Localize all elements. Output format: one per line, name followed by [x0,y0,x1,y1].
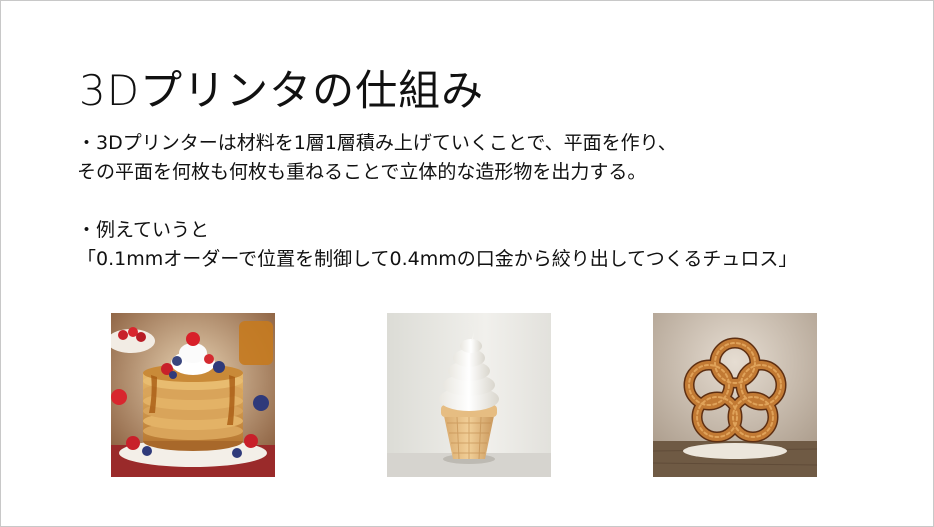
body-line-1: ・3Dプリンターは材料を1層1層積み上げていくことで、平面を作り、 [77,132,677,154]
slide: 3Dプリンタの仕組み ・3Dプリンターは材料を1層1層積み上げていくことで、平面… [0,0,934,527]
soft-serve-ice-cream-photo [387,313,551,477]
body-line-3: ・例えていうと [77,219,210,241]
slide-body: ・3Dプリンターは材料を1層1層積み上げていくことで、平面を作り、 その平面を何… [77,129,797,274]
churro-knot-photo [653,313,817,477]
slide-title: 3Dプリンタの仕組み [79,66,485,115]
pancake-stack-photo [111,313,275,477]
body-line-2: その平面を何枚も何枚も重ねることで立体的な造形物を出力する。 [77,161,647,183]
body-line-4: 「0.1mmオーダーで位置を制御して0.4mmの口金から絞り出してつくるチュロス… [77,248,798,270]
